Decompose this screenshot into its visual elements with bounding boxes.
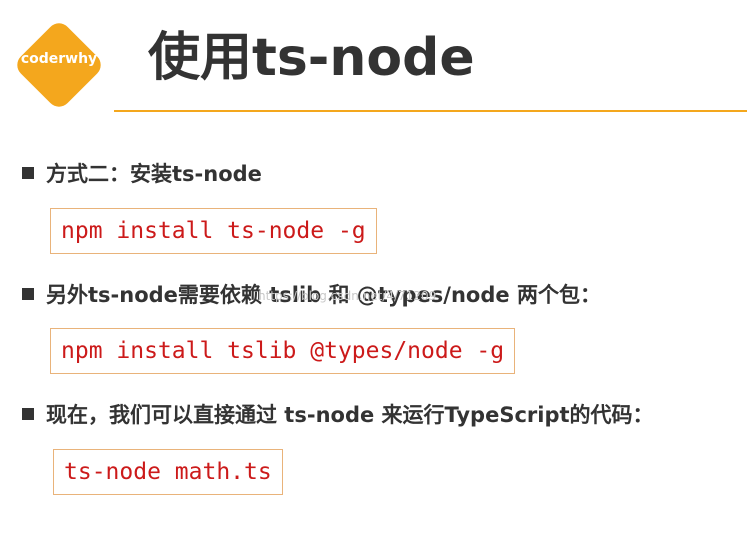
title-divider [114, 110, 747, 112]
page-title: 使用ts-node [148, 28, 475, 88]
watermark-text: https://blog.csdn.net/4/71209 [258, 289, 437, 303]
code-block-install-ts-node: npm install ts-node -g [50, 208, 377, 254]
code-block-install-tslib: npm install tslib @types/node -g [50, 328, 516, 374]
bullet-item-1: 方式二：安装ts-node [22, 158, 262, 188]
logo-text: coderwhy [20, 51, 98, 67]
square-bullet-icon [22, 167, 34, 179]
bullet-text: 现在，我们可以直接通过 ts-node 来运行TypeScript的代码： [46, 403, 654, 427]
code-block-run-ts-node: ts-node math.ts [53, 449, 283, 495]
logo: coderwhy [12, 18, 106, 112]
bullet-text: 方式二：安装ts-node [46, 162, 262, 186]
square-bullet-icon [22, 408, 34, 420]
square-bullet-icon [22, 288, 34, 300]
bullet-item-3: 现在，我们可以直接通过 ts-node 来运行TypeScript的代码： [22, 399, 654, 429]
